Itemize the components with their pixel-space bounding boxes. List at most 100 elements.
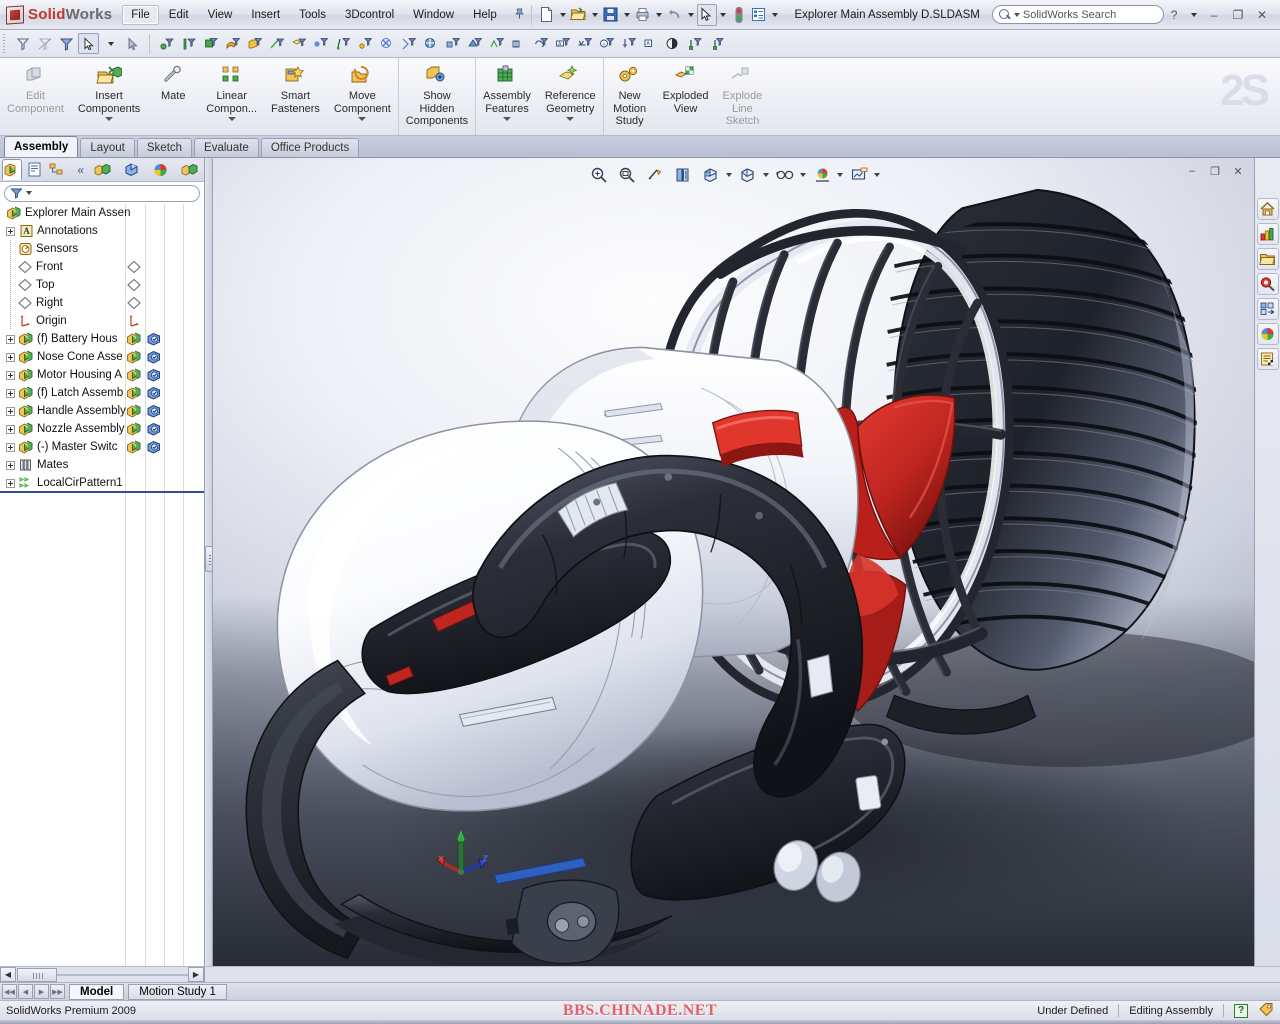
model-3d-view[interactable] bbox=[213, 158, 1254, 966]
filter-routing-points-icon[interactable] bbox=[442, 33, 463, 54]
display-state-icon[interactable] bbox=[146, 332, 162, 347]
tree-item-origin[interactable]: Origin bbox=[0, 312, 204, 330]
assembly-features-button[interactable]: AssemblyFeatures bbox=[476, 58, 538, 135]
tree-rollback-bar[interactable] bbox=[0, 491, 204, 493]
document-restore-button[interactable]: ❐ bbox=[1207, 164, 1223, 178]
expand-toggle[interactable] bbox=[6, 371, 15, 380]
tree-item-mates[interactable]: Mates bbox=[0, 456, 204, 474]
tree-item-local-cir-pattern[interactable]: LocalCirPattern1 bbox=[0, 474, 204, 492]
solidworks-resources-icon[interactable] bbox=[1257, 198, 1279, 220]
filter-weld-symbols-icon[interactable] bbox=[574, 33, 595, 54]
expand-toggle[interactable] bbox=[6, 227, 15, 236]
filter-all-icon[interactable] bbox=[56, 33, 77, 54]
menu-view[interactable]: View bbox=[199, 5, 242, 25]
new-document-icon[interactable] bbox=[537, 4, 557, 26]
undo-icon[interactable] bbox=[665, 4, 685, 26]
insert-components-dropdown-caret-icon[interactable] bbox=[105, 117, 113, 121]
filter-vertices-icon[interactable] bbox=[156, 33, 177, 54]
filter-sketch-segments-icon[interactable] bbox=[332, 33, 353, 54]
filter-solid-bodies-icon[interactable] bbox=[244, 33, 265, 54]
tab-motion-study-1[interactable]: Motion Study 1 bbox=[128, 984, 227, 1000]
filter-dropdown-caret-icon[interactable] bbox=[26, 191, 32, 195]
view-settings-dropdown-caret-icon[interactable] bbox=[874, 173, 880, 177]
view-palette-icon[interactable] bbox=[1257, 298, 1279, 320]
tab-layout[interactable]: Layout bbox=[80, 138, 135, 157]
filter-connection-points-icon[interactable] bbox=[420, 33, 441, 54]
insert-components-button[interactable]: InsertComponents bbox=[71, 58, 147, 135]
display-state-icon[interactable] bbox=[118, 159, 144, 180]
mate-button[interactable]: Mate bbox=[147, 58, 199, 135]
search-input[interactable]: SolidWorks Search bbox=[992, 5, 1164, 24]
filter-datums-icon[interactable] bbox=[618, 33, 639, 54]
expand-toggle[interactable] bbox=[6, 335, 15, 344]
filter-planes-icon[interactable] bbox=[288, 33, 309, 54]
filter-balloons-icon[interactable]: A bbox=[596, 33, 617, 54]
graphics-viewport[interactable]: – ❐ ✕ bbox=[213, 158, 1254, 966]
splitter-handle[interactable] bbox=[205, 546, 213, 572]
nav-first-icon[interactable]: ◀◀ bbox=[2, 984, 17, 999]
tree-item-sensors[interactable]: Sensors bbox=[0, 240, 204, 258]
expand-toggle[interactable] bbox=[6, 389, 15, 398]
expand-toggle[interactable] bbox=[6, 479, 15, 488]
save-icon[interactable] bbox=[601, 4, 621, 26]
filter-center-marks-icon[interactable] bbox=[376, 33, 397, 54]
tree-item-top-plane[interactable]: Top bbox=[0, 276, 204, 294]
filter-blocks-icon[interactable] bbox=[530, 33, 551, 54]
tree-item-right-plane[interactable]: Right bbox=[0, 294, 204, 312]
tree-item-annotations[interactable]: A Annotations bbox=[0, 222, 204, 240]
menu-file[interactable]: File bbox=[122, 5, 159, 25]
filter-notes-icon[interactable]: A bbox=[640, 33, 661, 54]
tree-item-front-plane[interactable]: Front bbox=[0, 258, 204, 276]
menu-tools[interactable]: Tools bbox=[290, 5, 335, 25]
document-minimize-button[interactable]: – bbox=[1184, 164, 1200, 178]
tab-evaluate[interactable]: Evaluate bbox=[194, 138, 259, 157]
property-manager-tab[interactable] bbox=[24, 159, 44, 180]
help-dropdown-caret-icon[interactable] bbox=[1191, 13, 1197, 17]
scroll-right-arrow-icon[interactable]: ▶ bbox=[188, 967, 204, 982]
linear-component-pattern-button[interactable]: LinearCompon... bbox=[199, 58, 264, 135]
explode-line-sketch-button[interactable]: ExplodeLineSketch bbox=[716, 58, 770, 135]
menu-edit[interactable]: Edit bbox=[160, 5, 198, 25]
view-orientation-dropdown-caret-icon[interactable] bbox=[726, 173, 732, 177]
file-explorer-icon[interactable] bbox=[1257, 248, 1279, 270]
tree-item-latch-assembly[interactable]: (f) Latch Assemb bbox=[0, 384, 204, 402]
tab-assembly[interactable]: Assembly bbox=[4, 136, 78, 157]
search-task-icon[interactable] bbox=[1257, 273, 1279, 295]
apply-scene-dropdown-caret-icon[interactable] bbox=[837, 173, 843, 177]
tree-item-handle-assembly[interactable]: Handle Assembly bbox=[0, 402, 204, 420]
display-style-dropdown-caret-icon[interactable] bbox=[763, 173, 769, 177]
help-button[interactable]: ? bbox=[1164, 6, 1184, 24]
filter-hatch-icon[interactable] bbox=[662, 33, 683, 54]
filter-edges-icon[interactable] bbox=[178, 33, 199, 54]
edit-component-button[interactable]: EditComponent bbox=[0, 58, 71, 135]
smart-fasteners-button[interactable]: SmartFasteners bbox=[264, 58, 327, 135]
linear-component-pattern-dropdown-caret-icon[interactable] bbox=[228, 117, 236, 121]
save-dropdown-caret-icon[interactable] bbox=[624, 13, 630, 17]
filter-welds-icon[interactable] bbox=[486, 33, 507, 54]
zoom-to-area-icon[interactable] bbox=[616, 164, 639, 186]
tab-model[interactable]: Model bbox=[69, 984, 124, 1000]
options-icon[interactable] bbox=[749, 4, 769, 26]
open-document-dropdown-caret-icon[interactable] bbox=[592, 13, 598, 17]
display-style-icon[interactable] bbox=[737, 164, 760, 186]
display-state-icon[interactable] bbox=[146, 422, 162, 437]
restore-button[interactable]: ❐ bbox=[1228, 6, 1248, 24]
apply-scene-icon[interactable] bbox=[811, 164, 834, 186]
filter-sketch-points-icon[interactable] bbox=[310, 33, 331, 54]
filter-centerlines-icon[interactable] bbox=[398, 33, 419, 54]
filter-dimensions-icon[interactable]: A bbox=[552, 33, 573, 54]
configuration-manager-tab[interactable] bbox=[47, 159, 67, 180]
nav-last-icon[interactable]: ▶▶ bbox=[50, 984, 65, 999]
reference-geometry-dropdown-caret-icon[interactable] bbox=[566, 117, 574, 121]
expand-toggle[interactable] bbox=[6, 407, 15, 416]
tree-item-nozzle-assembly[interactable]: Nozzle Assembly bbox=[0, 420, 204, 438]
expand-toggle[interactable] bbox=[6, 443, 15, 452]
select-arrow-icon[interactable] bbox=[697, 4, 717, 26]
tree-horizontal-scrollbar[interactable]: ◀ ▶ bbox=[0, 967, 205, 982]
show-hidden-components-button[interactable]: ShowHiddenComponents bbox=[399, 58, 475, 135]
scroll-left-arrow-icon[interactable]: ◀ bbox=[0, 967, 16, 982]
previous-view-icon[interactable] bbox=[644, 164, 667, 186]
display-state-icon[interactable] bbox=[146, 440, 162, 455]
expand-toggle[interactable] bbox=[6, 461, 15, 470]
tree-item-motor-housing[interactable]: Motor Housing A bbox=[0, 366, 204, 384]
